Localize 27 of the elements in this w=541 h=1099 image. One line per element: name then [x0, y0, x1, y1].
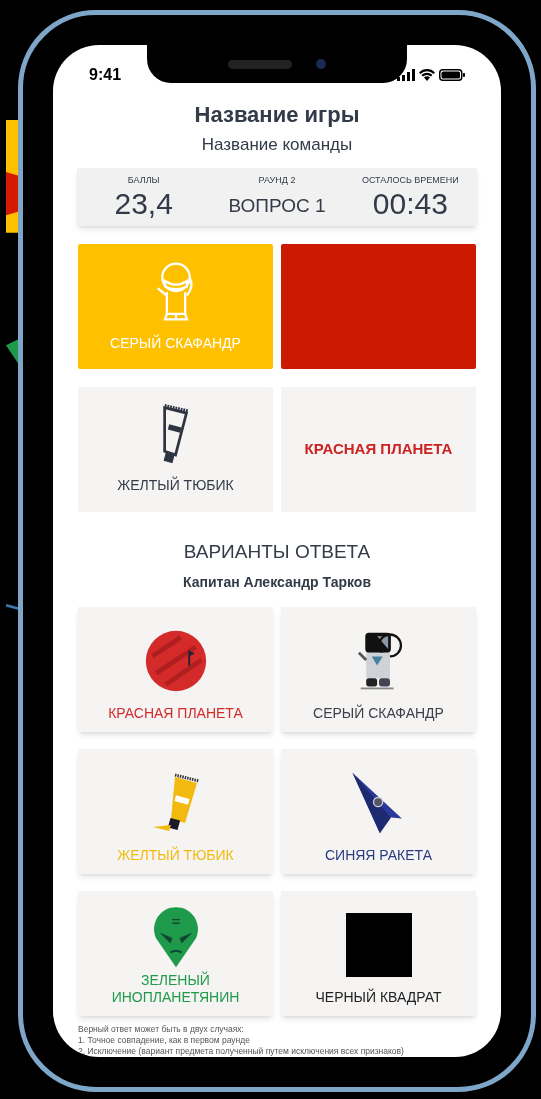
answer-label: СЕРЫЙ СКАФАНДР [312, 705, 445, 722]
answer-slot[interactable]: КРАСНАЯ ПЛАНЕТА [281, 386, 476, 512]
answers-heading: ВАРИАНТЫ ОТВЕТА [183, 539, 371, 564]
answer-slot[interactable]: ЖЕЛТЫЙ ТЮБИК [78, 386, 273, 512]
slot-label: КРАСНАЯ ПЛАНЕТА [304, 438, 453, 459]
stat-label: БАЛЛЫ [127, 173, 160, 187]
stat-value: ВОПРОС 1 [228, 194, 326, 219]
answer-label: КРАСНАЯ ПЛАНЕТА [107, 705, 244, 722]
answer-card[interactable]: ЗЕЛЕНЫЙ ИНОПЛАНЕТЯНИН [78, 891, 273, 1016]
team-name: Название команды [201, 134, 353, 157]
stat-label: ОСТАЛОСЬ ВРЕМЕНИ [361, 173, 459, 187]
slot-label: СЕРЫЙ СКАФАНДР [110, 333, 241, 353]
answer-label: ЧЕРНЫЙ КВАДРАТ [314, 989, 443, 1006]
captain-name: Капитан Александр Тарков [183, 573, 371, 592]
answer-label: ЖЕЛТЫЙ ТЮБИК [116, 847, 235, 864]
stat-label: РАУНД 2 [258, 173, 296, 187]
answer-label: ЗЕЛЕНЫЙ ИНОПЛАНЕТЯНИН [110, 972, 241, 1006]
answer-card[interactable]: КРАСНАЯ ПЛАНЕТА [78, 607, 273, 732]
stat-value: 00:43 [372, 187, 448, 222]
answer-card[interactable]: СИНЯЯ РАКЕТА [281, 749, 476, 874]
answer-label: СИНЯЯ РАКЕТА [323, 847, 434, 864]
stat-value: 23,4 [114, 187, 173, 222]
game-title: Название игры [194, 100, 360, 129]
answer-card[interactable]: ЧЕРНЫЙ КВАДРАТ [281, 891, 476, 1016]
status-time: 9:41 [89, 64, 122, 85]
slot-label: ЖЕЛТЫЙ ТЮБИК [117, 475, 234, 495]
answer-card[interactable]: СЕРЫЙ СКАФАНДР [281, 607, 476, 732]
